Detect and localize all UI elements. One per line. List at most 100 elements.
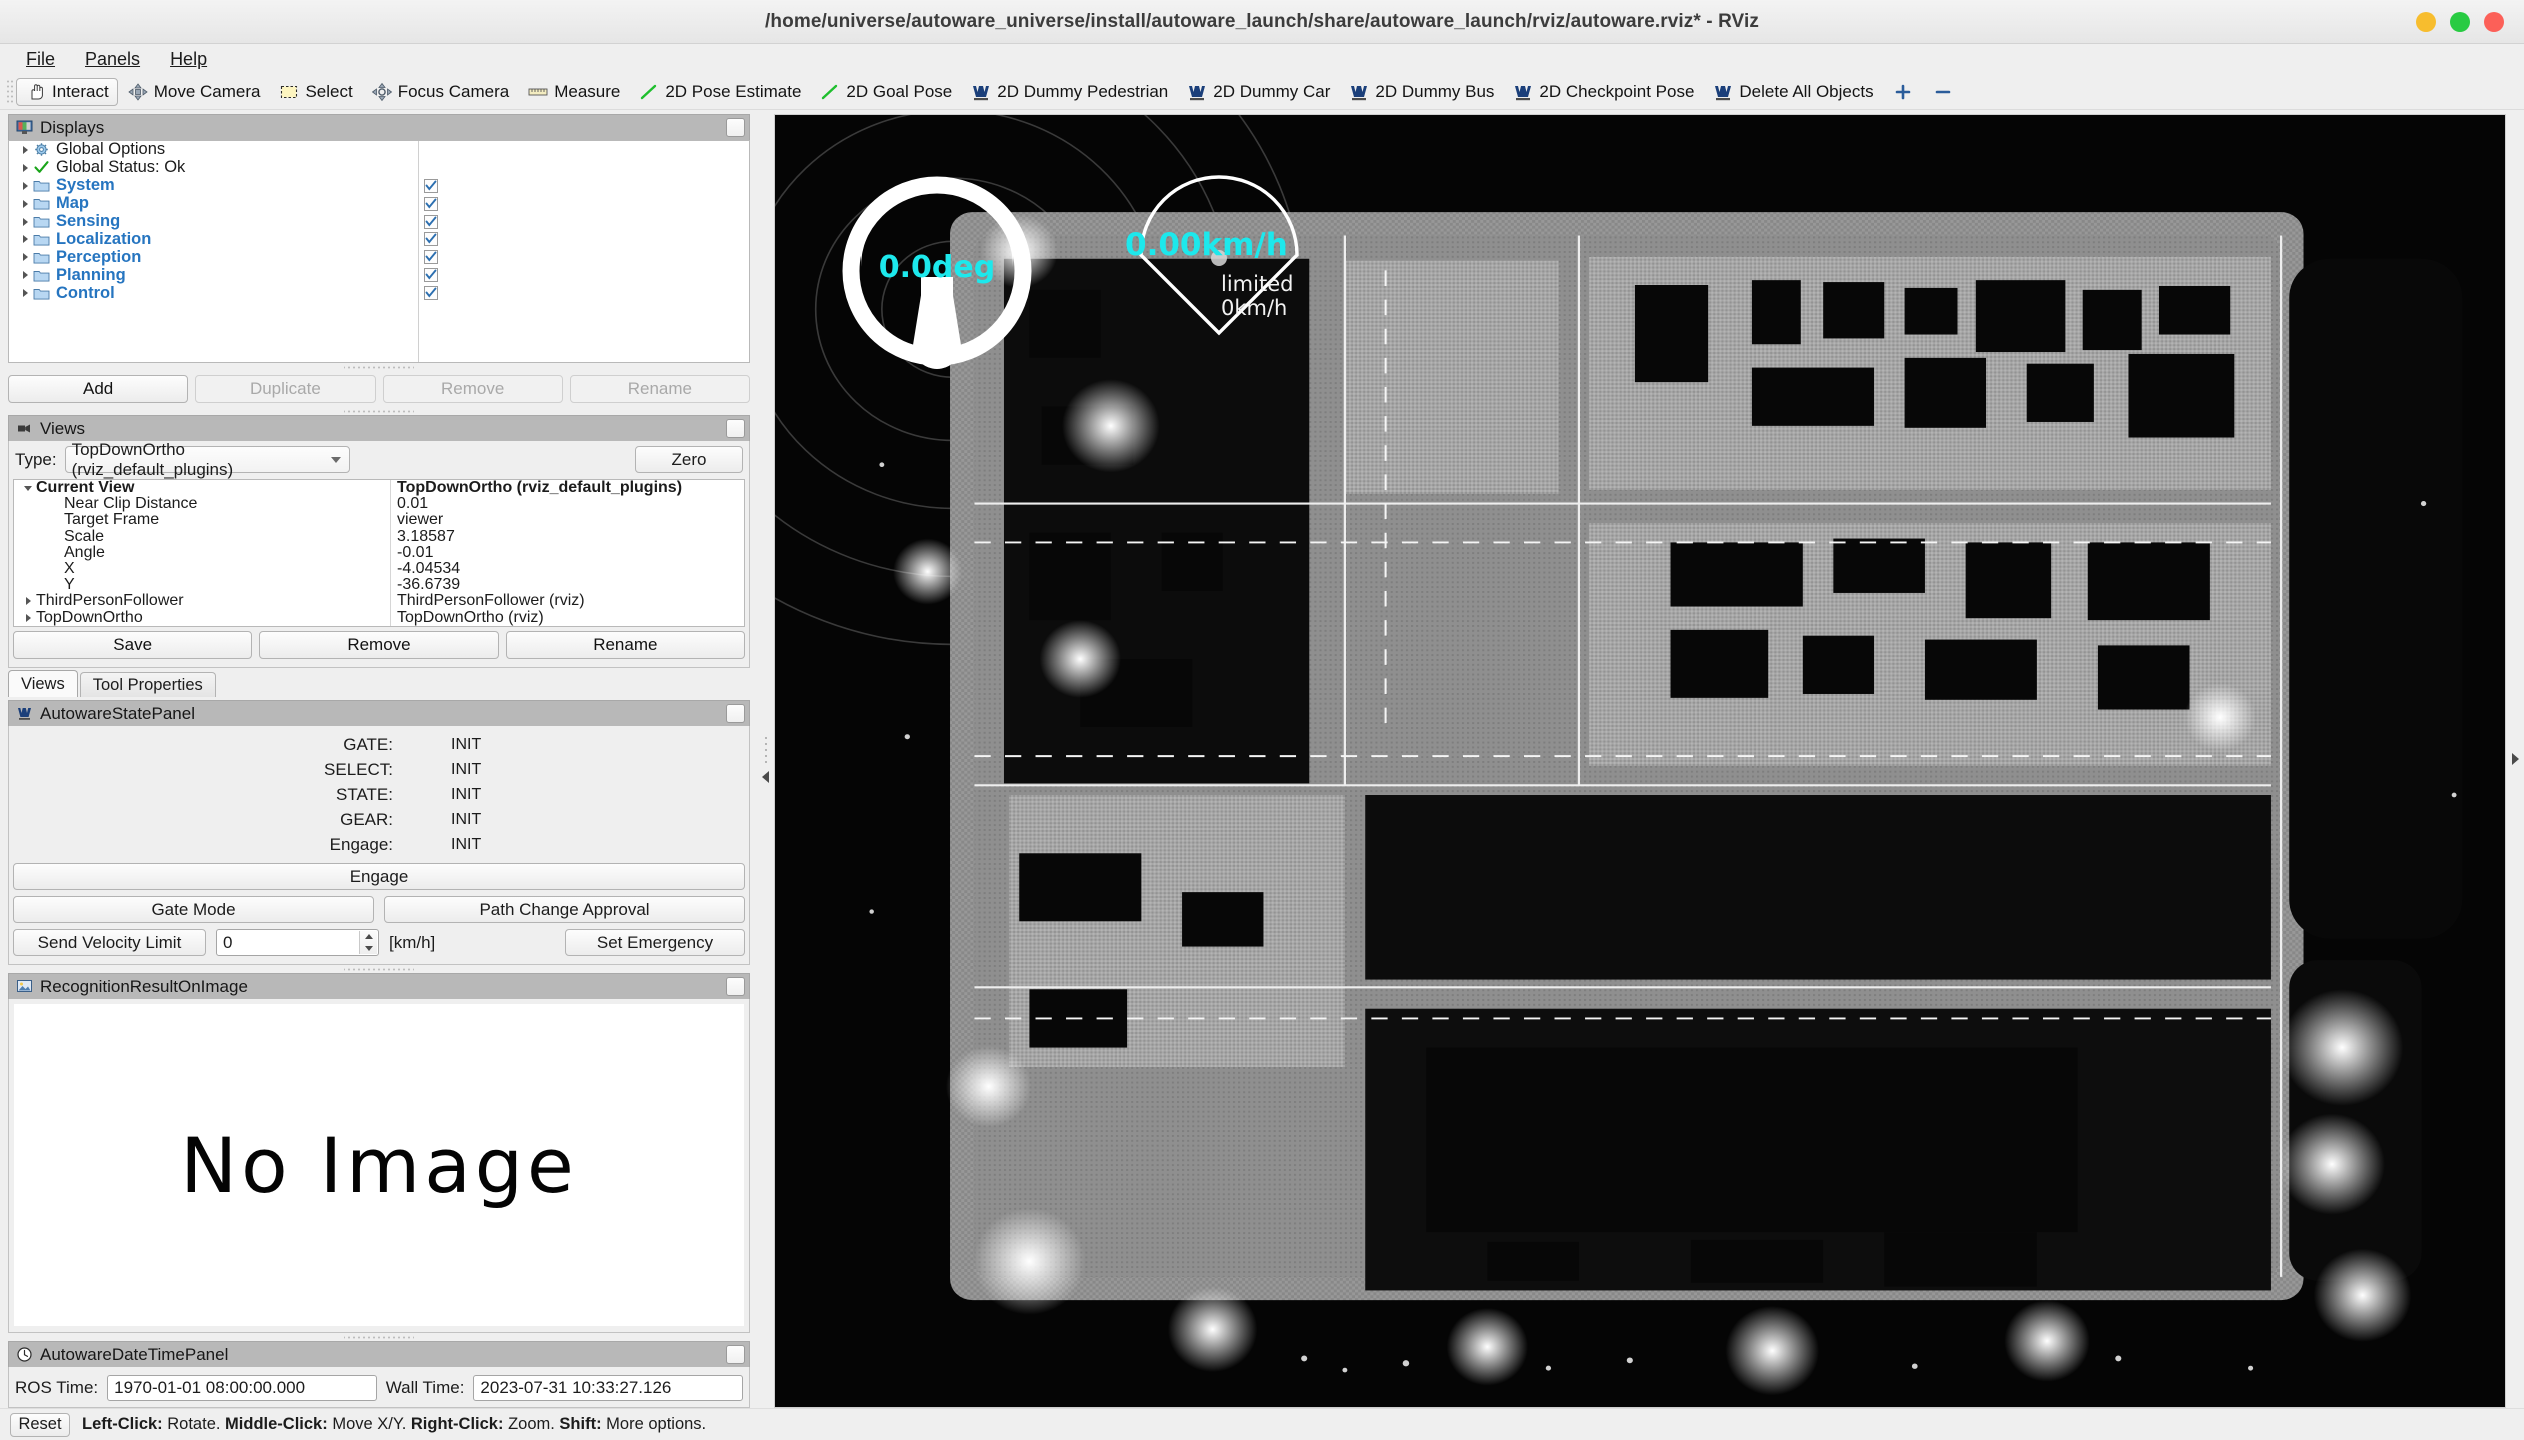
view-row-near-clip-distance[interactable]: Near Clip Distance 0.01 xyxy=(14,496,744,512)
gear-icon xyxy=(33,142,50,157)
display-checkbox-perception[interactable] xyxy=(424,250,438,264)
view-row-third-person-follower[interactable]: ThirdPersonFollower ThirdPersonFollower … xyxy=(14,593,744,609)
display-checkbox-map[interactable] xyxy=(424,197,438,211)
tool-interact[interactable]: Interact xyxy=(16,78,118,106)
save-view-button[interactable]: Save xyxy=(13,631,252,659)
display-row-map[interactable]: Map xyxy=(9,195,749,213)
displays-splitter[interactable] xyxy=(344,363,414,371)
maximize-button[interactable] xyxy=(2450,12,2470,32)
spinner-arrows[interactable] xyxy=(359,931,377,954)
spinner-up-icon[interactable] xyxy=(360,931,377,943)
float-panel-button[interactable] xyxy=(726,1345,745,1364)
display-row-localization[interactable]: Localization xyxy=(9,230,749,248)
zero-button[interactable]: Zero xyxy=(635,446,743,473)
view-row-angle[interactable]: Angle -0.01 xyxy=(14,545,744,561)
tab-tool-properties[interactable]: Tool Properties xyxy=(80,672,216,697)
spinner-down-icon[interactable] xyxy=(360,943,377,955)
close-button[interactable] xyxy=(2484,12,2504,32)
display-checkbox-planning[interactable] xyxy=(424,268,438,282)
display-row-system[interactable]: System xyxy=(9,177,749,195)
expand-arrow-icon[interactable] xyxy=(17,235,33,243)
display-row-planning[interactable]: Planning xyxy=(9,266,749,284)
tool-delete-all-objects[interactable]: Delete All Objects xyxy=(1703,78,1882,106)
ros-time-field[interactable]: 1970-01-01 08:00:00.000 xyxy=(107,1375,377,1401)
remove-view-button[interactable]: Remove xyxy=(259,631,498,659)
tool-2d-pose-estimate[interactable]: 2D Pose Estimate xyxy=(629,78,810,106)
gate-mode-button[interactable]: Gate Mode xyxy=(13,896,374,923)
remove-display-button[interactable]: Remove xyxy=(383,375,563,403)
expand-arrow-icon[interactable] xyxy=(17,164,33,172)
expand-arrow-icon[interactable] xyxy=(17,271,33,279)
remove-tool-button[interactable] xyxy=(1923,78,1963,106)
displays-tree[interactable]: Global Options Global Status: Ok System xyxy=(8,140,750,363)
menu-file[interactable]: File xyxy=(14,46,67,73)
expand-arrow-icon[interactable] xyxy=(17,146,33,154)
display-checkbox-system[interactable] xyxy=(424,179,438,193)
tool-2d-dummy-bus[interactable]: 2D Dummy Bus xyxy=(1339,78,1503,106)
display-row-global-options[interactable]: Global Options xyxy=(9,141,749,159)
view-row-current-view[interactable]: Current View TopDownOrtho (rviz_default_… xyxy=(14,480,744,496)
menu-panels[interactable]: Panels xyxy=(73,46,152,73)
add-tool-button[interactable] xyxy=(1883,78,1923,106)
display-checkbox-control[interactable] xyxy=(424,286,438,300)
view-type-select[interactable]: TopDownOrtho (rviz_default_plugins) xyxy=(65,446,350,473)
float-panel-button[interactable] xyxy=(726,704,745,723)
views-property-tree[interactable]: Current View TopDownOrtho (rviz_default_… xyxy=(13,479,745,627)
float-panel-button[interactable] xyxy=(726,118,745,137)
toolbar-grip[interactable] xyxy=(6,79,13,105)
display-row-sensing[interactable]: Sensing xyxy=(9,213,749,231)
expand-arrow-icon[interactable] xyxy=(17,253,33,261)
no-image-placeholder: No Image xyxy=(14,1004,744,1326)
3d-render-view[interactable]: 0.0deg 0.00km/h limited 0km/h 31 fps CSD… xyxy=(774,114,2506,1408)
display-row-perception[interactable]: Perception xyxy=(9,248,749,266)
tool-measure[interactable]: Measure xyxy=(518,78,629,106)
tool-2d-checkpoint-pose[interactable]: 2D Checkpoint Pose xyxy=(1503,78,1703,106)
right-dock-expand-handle[interactable] xyxy=(2506,110,2524,1408)
path-change-approval-button[interactable]: Path Change Approval xyxy=(384,896,745,923)
duplicate-display-button[interactable]: Duplicate xyxy=(195,375,375,403)
expand-arrow-icon[interactable] xyxy=(17,182,33,190)
tool-2d-goal-pose[interactable]: 2D Goal Pose xyxy=(810,78,961,106)
engage-button[interactable]: Engage xyxy=(13,863,745,890)
tab-views[interactable]: Views xyxy=(8,670,78,697)
view-row-target-frame[interactable]: Target Frame viewer xyxy=(14,512,744,528)
tool-2d-dummy-car[interactable]: 2D Dummy Car xyxy=(1177,78,1339,106)
float-panel-button[interactable] xyxy=(726,419,745,438)
rename-display-button[interactable]: Rename xyxy=(570,375,750,403)
velocity-limit-input[interactable]: 0 xyxy=(216,929,379,956)
add-display-button[interactable]: Add xyxy=(8,375,188,403)
recognition-splitter[interactable] xyxy=(344,965,414,973)
left-dock-collapse-handle[interactable] xyxy=(756,110,774,1408)
float-panel-button[interactable] xyxy=(726,977,745,996)
view-row-x[interactable]: X -4.04534 xyxy=(14,561,744,577)
expand-arrow-icon[interactable] xyxy=(20,597,36,605)
display-row-control[interactable]: Control xyxy=(9,284,749,302)
send-velocity-limit-button[interactable]: Send Velocity Limit xyxy=(13,929,206,956)
display-checkbox-sensing[interactable] xyxy=(424,215,438,229)
tool-select[interactable]: Select xyxy=(269,78,361,106)
view-row-y[interactable]: Y -36.6739 xyxy=(14,577,744,593)
expand-arrow-icon[interactable] xyxy=(20,614,36,622)
wall-time-field[interactable]: 2023-07-31 10:33:27.126 xyxy=(473,1375,743,1401)
expand-arrow-icon[interactable] xyxy=(17,200,33,208)
expand-arrow-icon[interactable] xyxy=(17,289,33,297)
pose-arrow-icon xyxy=(638,82,660,102)
tool-focus-camera[interactable]: Focus Camera xyxy=(362,78,518,106)
tool-2d-dummy-pedestrian[interactable]: 2D Dummy Pedestrian xyxy=(961,78,1177,106)
collapse-arrow-icon[interactable] xyxy=(20,486,36,491)
tool-2d-dummy-pedestrian-label: 2D Dummy Pedestrian xyxy=(997,82,1168,102)
display-checkbox-localization[interactable] xyxy=(424,232,438,246)
expand-arrow-icon[interactable] xyxy=(17,218,33,226)
views-splitter[interactable] xyxy=(344,407,414,415)
minimize-button[interactable] xyxy=(2416,12,2436,32)
menu-help[interactable]: Help xyxy=(158,46,219,73)
reset-button[interactable]: Reset xyxy=(10,1413,70,1437)
rename-view-button[interactable]: Rename xyxy=(506,631,745,659)
view-row-top-down-ortho[interactable]: TopDownOrtho TopDownOrtho (rviz) xyxy=(14,610,744,626)
set-emergency-button[interactable]: Set Emergency xyxy=(565,929,745,956)
datetime-splitter[interactable] xyxy=(344,1333,414,1341)
view-row-scale[interactable]: Scale 3.18587 xyxy=(14,529,744,545)
tool-move-camera[interactable]: Move Camera xyxy=(118,78,270,106)
display-row-global-status[interactable]: Global Status: Ok xyxy=(9,159,749,177)
displays-button-row: Add Duplicate Remove Rename xyxy=(8,371,750,407)
